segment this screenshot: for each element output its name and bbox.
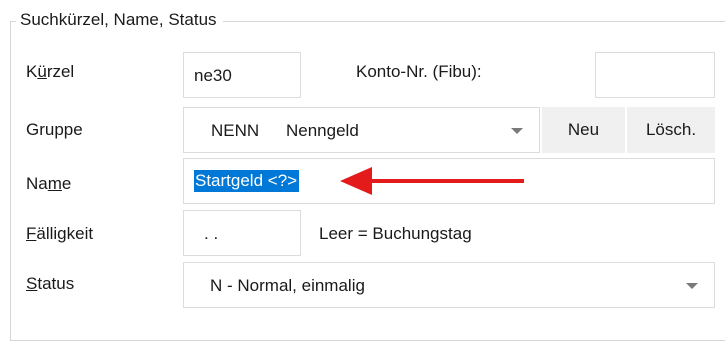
name-label-accelerator: m xyxy=(47,174,62,193)
kuerzel-label-prefix: K xyxy=(26,62,38,81)
group-title: Suchkürzel, Name, Status xyxy=(16,8,223,32)
status-value: N - Normal, einmalig xyxy=(210,276,365,295)
gruppe-select[interactable]: NENN Nenngeld xyxy=(183,107,540,153)
kuerzel-label-suffix: rzel xyxy=(46,62,75,81)
faelligkeit-label: Fälligkeit xyxy=(26,222,93,246)
delete-gruppe-button[interactable]: Lösch. xyxy=(627,107,715,153)
gruppe-name: Nenngeld xyxy=(286,121,359,140)
form-panel: Suchkürzel, Name, Status Kürzel ne30 Kon… xyxy=(0,0,725,341)
gruppe-label: Gruppe xyxy=(26,120,83,139)
kuerzel-input[interactable]: ne30 xyxy=(183,52,301,98)
status-label-accelerator: S xyxy=(26,274,38,293)
faelligkeit-label-suffix: älligkeit xyxy=(36,224,94,243)
kuerzel-value: ne30 xyxy=(194,66,232,85)
status-label: Status xyxy=(26,272,74,296)
faelligkeit-input[interactable]: . . xyxy=(183,210,301,256)
faelligkeit-value: . . xyxy=(204,224,219,243)
gruppe-code: NENN xyxy=(211,121,260,140)
konto-input[interactable] xyxy=(595,52,715,98)
name-value-selected: Startgeld <?> xyxy=(194,170,300,192)
chevron-down-icon[interactable] xyxy=(511,128,523,134)
chevron-down-icon[interactable] xyxy=(686,283,698,289)
status-select[interactable]: N - Normal, einmalig xyxy=(183,262,715,308)
faelligkeit-label-accelerator: F xyxy=(26,224,37,243)
faelligkeit-hint: Leer = Buchungstag xyxy=(319,224,472,243)
kuerzel-label: Kürzel xyxy=(26,60,74,84)
red-arrow-shaft xyxy=(366,179,524,183)
konto-label: Konto-Nr. (Fibu): xyxy=(356,62,482,81)
kuerzel-label-accelerator: ü xyxy=(37,62,47,81)
status-label-suffix: tatus xyxy=(37,274,75,293)
name-label-prefix: Na xyxy=(26,174,48,193)
name-label: Name xyxy=(26,172,71,196)
name-label-suffix: e xyxy=(61,174,72,193)
new-gruppe-button[interactable]: Neu xyxy=(542,107,625,153)
